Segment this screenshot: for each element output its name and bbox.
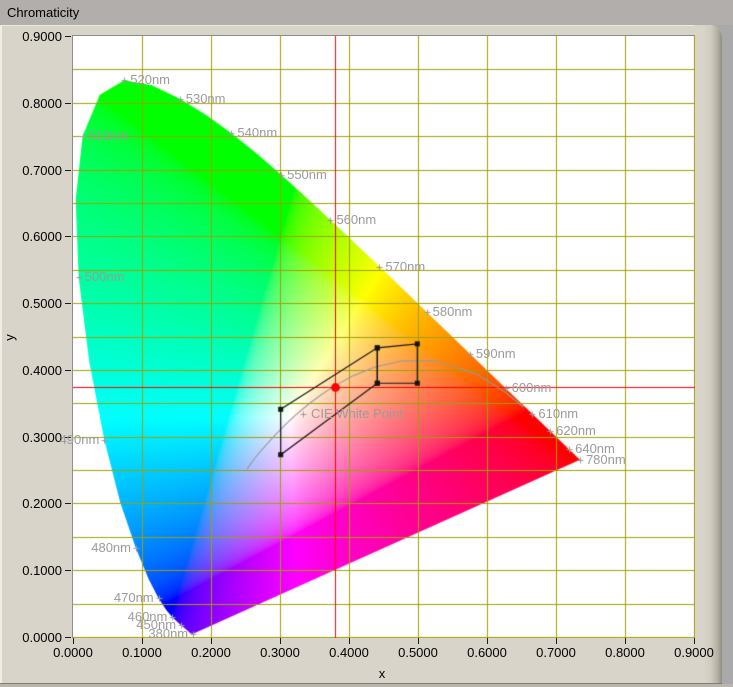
wavelength-label: 590nm [476,346,516,361]
x-axis-title: x [352,666,412,681]
y-tick-mark [65,236,71,237]
wavelength-label: 550nm [287,167,327,182]
y-tick-mark [65,637,71,638]
wavelength-label: 580nm [433,304,473,319]
wavelength-label: 500nm [85,269,125,284]
y-tick-label: 0.4000 [0,363,62,378]
x-tick-label: 0.6000 [452,645,522,660]
y-tick-label: 0.9000 [0,29,62,44]
y-tick-label: 0.8000 [0,96,62,111]
y-tick-mark [65,170,71,171]
y-tick-mark [65,303,71,304]
white-point-label: CIE White Point [311,406,403,421]
wavelength-label: 470nm [114,590,154,605]
x-tick-label: 0.8000 [590,645,660,660]
y-tick-mark [65,36,71,37]
x-tick-mark [625,638,626,644]
y-axis-title: y [2,334,17,341]
wavelength-label: 520nm [130,72,170,87]
x-tick-label: 0.2000 [176,645,246,660]
y-tick-mark [65,503,71,504]
wavelength-label: 610nm [538,406,578,421]
x-tick-label: 0.7000 [521,645,591,660]
wavelength-label: 600nm [512,380,552,395]
x-tick-label: 0.1000 [107,645,177,660]
wavelength-label: 540nm [237,125,277,140]
y-tick-label: 0.7000 [0,163,62,178]
y-tick-label: 0.5000 [0,296,62,311]
x-tick-mark [280,638,281,644]
window-title: Chromaticity [7,5,79,20]
window-title-bar: Chromaticity [0,0,733,25]
x-tick-label: 0.3000 [245,645,315,660]
x-tick-label: 0.0000 [38,645,108,660]
y-tick-label: 0.1000 [0,563,62,578]
wavelength-label: 460nm [128,609,168,624]
x-tick-mark [142,638,143,644]
y-tick-mark [65,370,71,371]
wavelength-label: 570nm [385,259,425,274]
y-tick-label: 0.2000 [0,496,62,511]
y-tick-mark [65,570,71,571]
panel-right-bevel [694,25,722,684]
wavelength-label: 530nm [186,91,226,106]
plot-area [72,35,695,638]
x-tick-mark [487,638,488,644]
wavelength-label: 510nm [89,128,129,143]
y-tick-mark [65,103,71,104]
y-tick-label: 0.0000 [0,630,62,645]
x-tick-label: 0.4000 [314,645,384,660]
wavelength-label: 480nm [91,540,131,555]
chromaticity-window: { "window": { "title": "Chromaticity" },… [0,0,733,687]
y-tick-label: 0.6000 [0,229,62,244]
chromaticity-canvas[interactable] [73,36,695,638]
x-tick-mark [211,638,212,644]
wavelength-label: 490nm [60,432,100,447]
wavelength-label: 780nm [586,452,626,467]
wavelength-label: 560nm [336,212,376,227]
wavelength-label: 620nm [556,423,596,438]
x-tick-label: 0.9000 [659,645,729,660]
x-tick-label: 0.5000 [383,645,453,660]
x-tick-mark [418,638,419,644]
x-tick-mark [73,638,74,644]
x-tick-mark [556,638,557,644]
x-tick-mark [694,638,695,644]
x-tick-mark [349,638,350,644]
y-tick-label: 0.3000 [0,430,62,445]
